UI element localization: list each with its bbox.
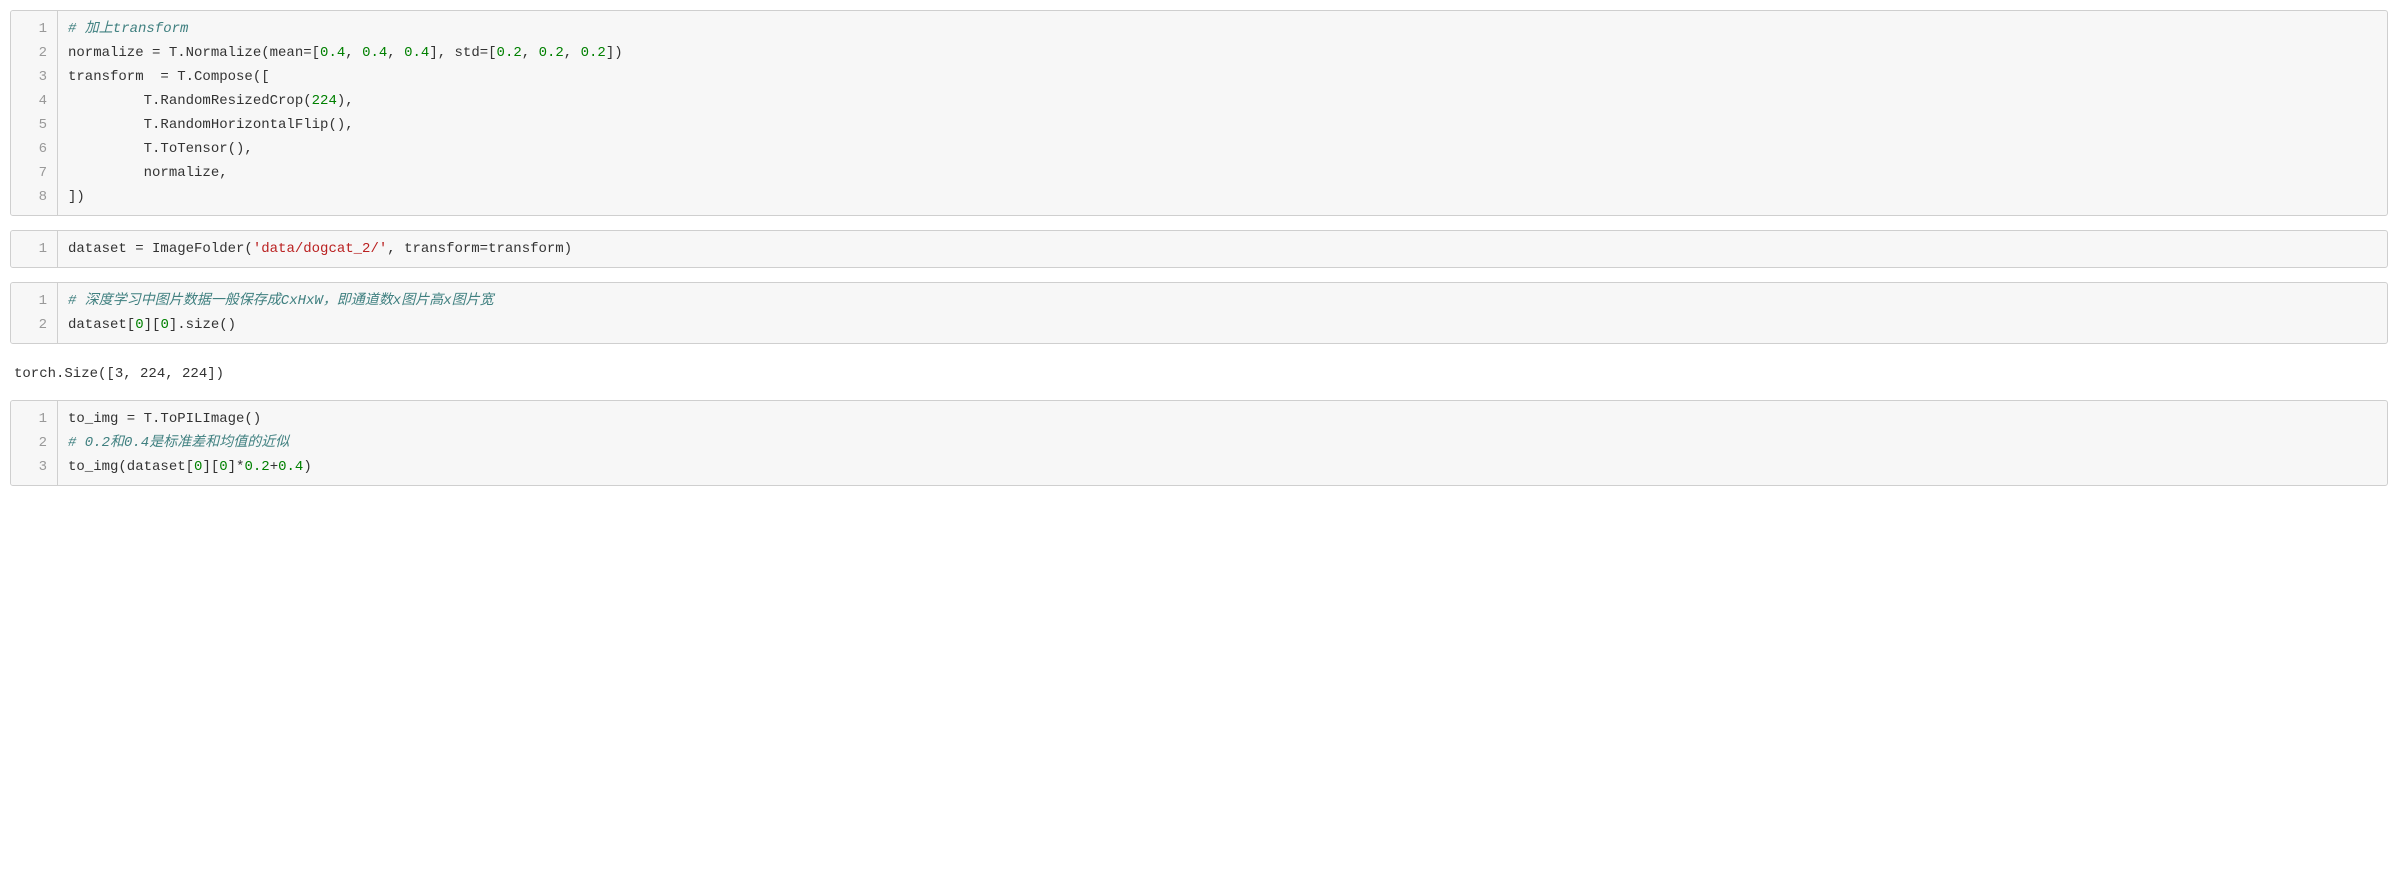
line-number: 1 bbox=[25, 407, 47, 431]
code-token: 0.4 bbox=[320, 45, 345, 61]
code-token: 224 bbox=[312, 93, 337, 109]
code-line: T.ToTensor(), bbox=[68, 137, 2377, 161]
code-token: + bbox=[270, 459, 278, 475]
code-line: normalize = T.Normalize(mean=[0.4, 0.4, … bbox=[68, 41, 2377, 65]
code-line: normalize, bbox=[68, 161, 2377, 185]
code-token: ]) bbox=[606, 45, 623, 61]
line-number: 1 bbox=[25, 17, 47, 41]
line-number: 2 bbox=[25, 41, 47, 65]
code-token: ]) bbox=[68, 189, 85, 205]
code-token: 0 bbox=[219, 459, 227, 475]
code-line: to_img = T.ToPILImage() bbox=[68, 407, 2377, 431]
code-cell: 1 dataset = ImageFolder('data/dogcat_2/',… bbox=[10, 230, 2388, 268]
code-token: 0.4 bbox=[362, 45, 387, 61]
code-token: # 0.2和0.4是标准差和均值的近似 bbox=[68, 435, 289, 451]
code-line: dataset[0][0].size() bbox=[68, 313, 2377, 337]
code-token: , bbox=[564, 45, 581, 61]
code-content[interactable]: # 加上transform normalize = T.Normalize(mea… bbox=[58, 11, 2387, 215]
line-number-gutter: 12345678 bbox=[11, 11, 58, 215]
line-number: 3 bbox=[25, 65, 47, 89]
line-number: 7 bbox=[25, 161, 47, 185]
code-line: ]) bbox=[68, 185, 2377, 209]
code-token: ), bbox=[337, 93, 354, 109]
code-line: transform = T.Compose([ bbox=[68, 65, 2377, 89]
code-token: to_img = T.ToPILImage() bbox=[68, 411, 261, 427]
code-cell: 12345678 # 加上transform normalize = T.Norma… bbox=[10, 10, 2388, 216]
line-number: 1 bbox=[25, 237, 47, 261]
code-content[interactable]: to_img = T.ToPILImage() # 0.2和0.4是标准差和均值的… bbox=[58, 401, 2387, 485]
line-number: 8 bbox=[25, 185, 47, 209]
code-content[interactable]: # 深度学习中图片数据一般保存成CxHxW，即通道数x图片高x图片宽 datase… bbox=[58, 283, 2387, 343]
code-token: normalize, bbox=[68, 165, 228, 181]
line-number: 2 bbox=[25, 431, 47, 455]
code-token: , bbox=[345, 45, 362, 61]
code-token: ][ bbox=[144, 317, 161, 333]
code-cell: 12 # 深度学习中图片数据一般保存成CxHxW，即通道数x图片高x图片宽 data… bbox=[10, 282, 2388, 344]
code-content[interactable]: dataset = ImageFolder('data/dogcat_2/', … bbox=[58, 231, 2387, 267]
code-token: to_img(dataset[ bbox=[68, 459, 194, 475]
code-line: to_img(dataset[0][0]*0.2+0.4) bbox=[68, 455, 2377, 479]
code-token: ].size() bbox=[169, 317, 236, 333]
code-token: 0.2 bbox=[539, 45, 564, 61]
code-token: 'data/dogcat_2/' bbox=[253, 241, 387, 257]
line-number: 4 bbox=[25, 89, 47, 113]
code-token: T.RandomResizedCrop( bbox=[68, 93, 312, 109]
code-line: # 0.2和0.4是标准差和均值的近似 bbox=[68, 431, 2377, 455]
line-number-gutter: 123 bbox=[11, 401, 58, 485]
code-line: T.RandomHorizontalFlip(), bbox=[68, 113, 2377, 137]
code-token: 0.2 bbox=[244, 459, 269, 475]
code-token: transform = T.Compose([ bbox=[68, 69, 270, 85]
code-token: 0.4 bbox=[404, 45, 429, 61]
code-token: ]* bbox=[228, 459, 245, 475]
code-token: , transform=transform) bbox=[387, 241, 572, 257]
code-token: 0.2 bbox=[497, 45, 522, 61]
code-token: ], std=[ bbox=[429, 45, 496, 61]
code-token: T.ToTensor(), bbox=[68, 141, 253, 157]
code-token: 0 bbox=[160, 317, 168, 333]
code-token: , bbox=[522, 45, 539, 61]
code-line: dataset = ImageFolder('data/dogcat_2/', … bbox=[68, 237, 2377, 261]
code-token: 0.4 bbox=[278, 459, 303, 475]
code-token: dataset[ bbox=[68, 317, 135, 333]
code-token: 0 bbox=[135, 317, 143, 333]
output-cell: torch.Size([3, 224, 224]) bbox=[10, 358, 2388, 400]
code-token: , bbox=[387, 45, 404, 61]
code-token: ][ bbox=[202, 459, 219, 475]
line-number: 1 bbox=[25, 289, 47, 313]
line-number-gutter: 1 bbox=[11, 231, 58, 267]
notebook-root: 12345678# 加上transformnormalize = T.Norma… bbox=[10, 10, 2388, 486]
line-number: 3 bbox=[25, 455, 47, 479]
code-line: # 加上transform bbox=[68, 17, 2377, 41]
line-number-gutter: 12 bbox=[11, 283, 58, 343]
line-number: 5 bbox=[25, 113, 47, 137]
code-token: T.RandomHorizontalFlip(), bbox=[68, 117, 354, 133]
code-line: # 深度学习中图片数据一般保存成CxHxW，即通道数x图片高x图片宽 bbox=[68, 289, 2377, 313]
code-token: # 加上transform bbox=[68, 21, 188, 37]
line-number: 6 bbox=[25, 137, 47, 161]
code-token: ) bbox=[303, 459, 311, 475]
code-cell: 123 to_img = T.ToPILImage() # 0.2和0.4是标准差和… bbox=[10, 400, 2388, 486]
code-token: normalize = T.Normalize(mean=[ bbox=[68, 45, 320, 61]
code-token: # 深度学习中图片数据一般保存成CxHxW，即通道数x图片高x图片宽 bbox=[68, 293, 494, 309]
code-line: T.RandomResizedCrop(224), bbox=[68, 89, 2377, 113]
code-token: 0.2 bbox=[581, 45, 606, 61]
code-token: dataset = ImageFolder( bbox=[68, 241, 253, 257]
line-number: 2 bbox=[25, 313, 47, 337]
